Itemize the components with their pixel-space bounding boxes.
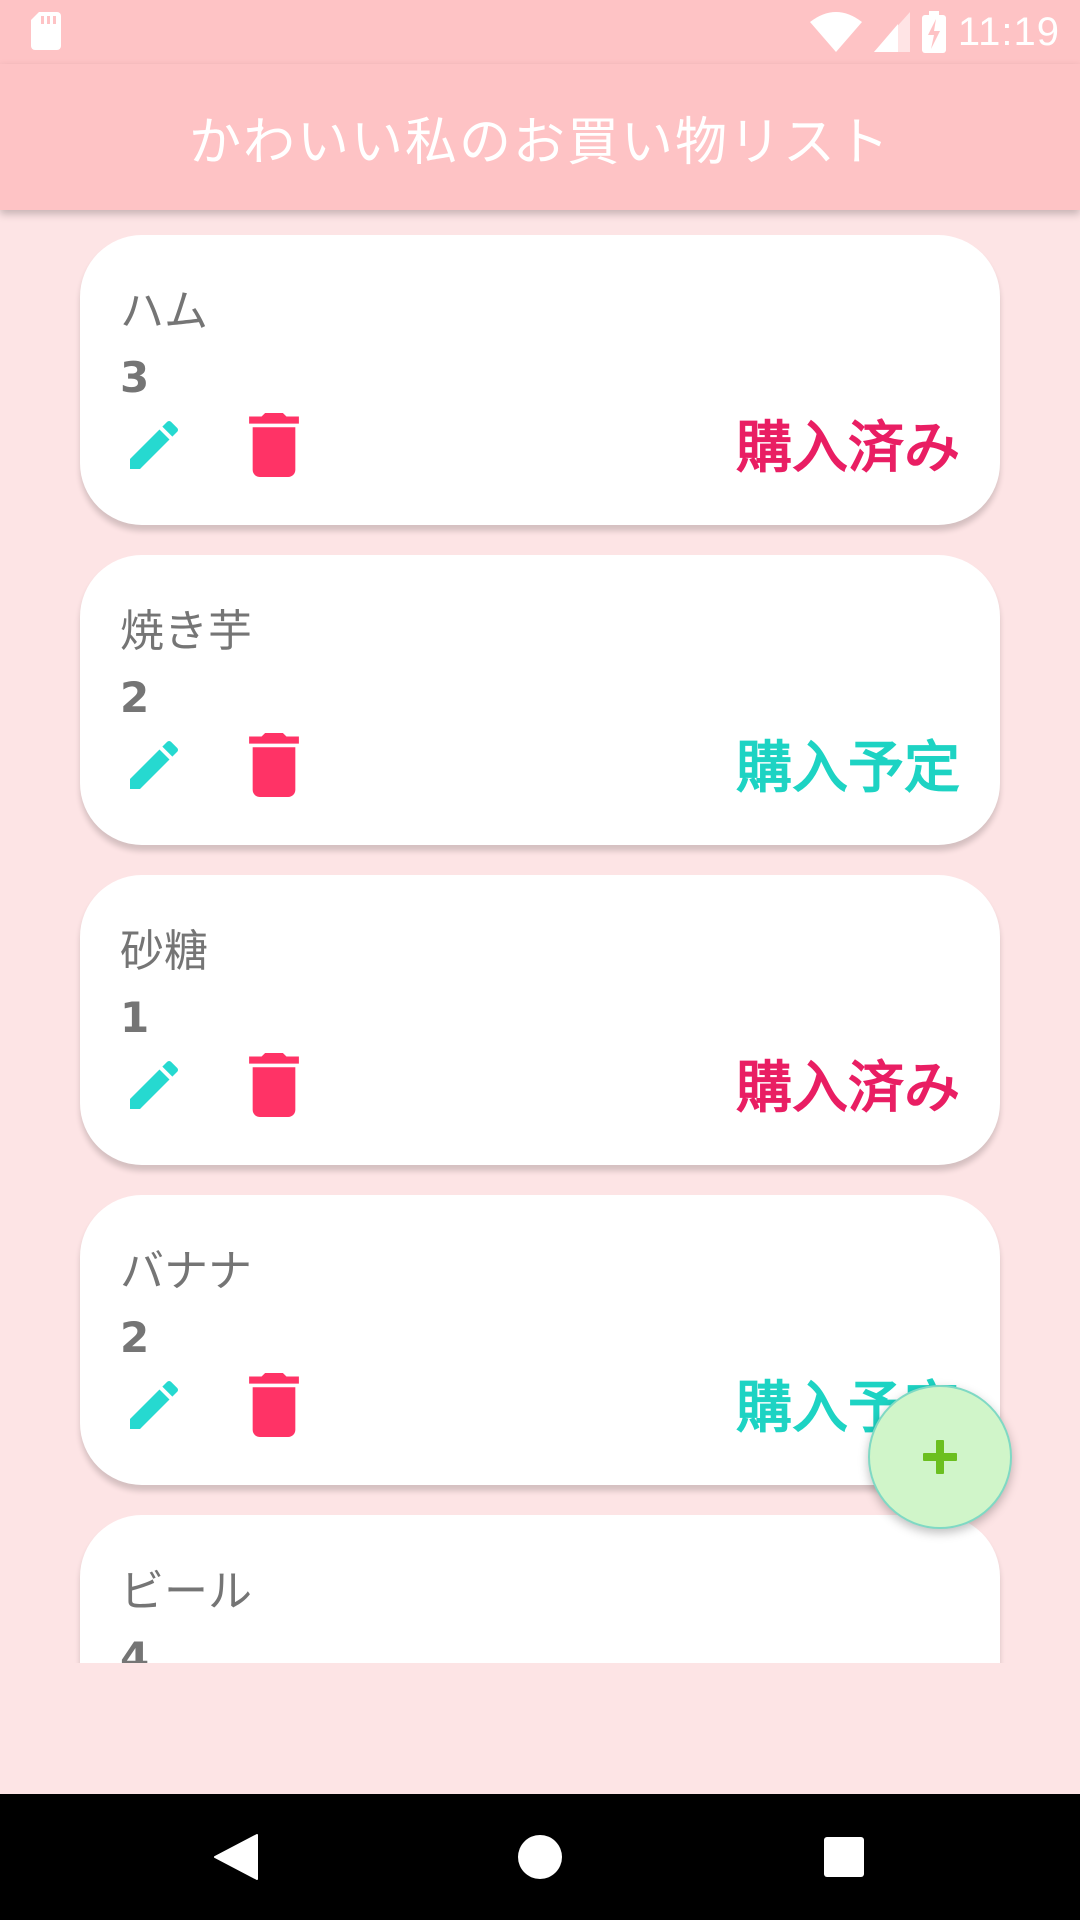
recents-icon[interactable] [814,1827,874,1887]
purchase-status-button[interactable]: 購入済み [736,1043,960,1124]
item-quantity: 2 [120,673,150,722]
purchase-status-button[interactable]: 購入済み [736,403,960,484]
item-name: バナナ [120,1246,252,1297]
plus-icon [923,1440,957,1474]
cellular-signal-icon [873,12,910,52]
app-title: かわいい私のお買い物リスト [188,112,891,173]
item-quantity: 3 [120,353,150,402]
edit-icon[interactable] [122,413,186,477]
item-quantity: 1 [120,993,150,1042]
shopping-item-card: バナナ 2 購入予定 [80,1195,1000,1485]
item-name: ハム [120,286,208,337]
delete-icon[interactable] [248,733,300,797]
shopping-item-card: ビール 4 [80,1515,1000,1663]
item-name: 砂糖 [120,926,208,977]
wifi-icon [809,12,862,52]
delete-icon[interactable] [248,413,300,477]
status-time: 11:19 [957,9,1060,54]
back-icon[interactable] [207,1827,267,1887]
shopping-item-card: 砂糖 1 購入済み [80,875,1000,1165]
navigation-bar [0,1794,1080,1920]
app-bar: かわいい私のお買い物リスト [0,64,1080,210]
sd-card-icon [31,12,61,50]
status-bar: 11:19 [0,0,1080,64]
item-name: 焼き芋 [120,606,252,657]
add-item-button[interactable] [868,1385,1012,1529]
item-quantity: 2 [120,1313,150,1362]
edit-icon[interactable] [122,1373,186,1437]
shopping-item-card: ハム 3 購入済み [80,235,1000,525]
purchase-status-button[interactable]: 購入予定 [736,723,960,804]
edit-icon[interactable] [122,1053,186,1117]
shopping-item-card: 焼き芋 2 購入予定 [80,555,1000,845]
item-name: ビール [120,1566,252,1617]
delete-icon[interactable] [248,1373,300,1437]
item-quantity: 4 [120,1633,150,1663]
battery-charging-icon [921,11,946,53]
edit-icon[interactable] [122,733,186,797]
home-icon[interactable] [510,1827,570,1887]
delete-icon[interactable] [248,1053,300,1117]
